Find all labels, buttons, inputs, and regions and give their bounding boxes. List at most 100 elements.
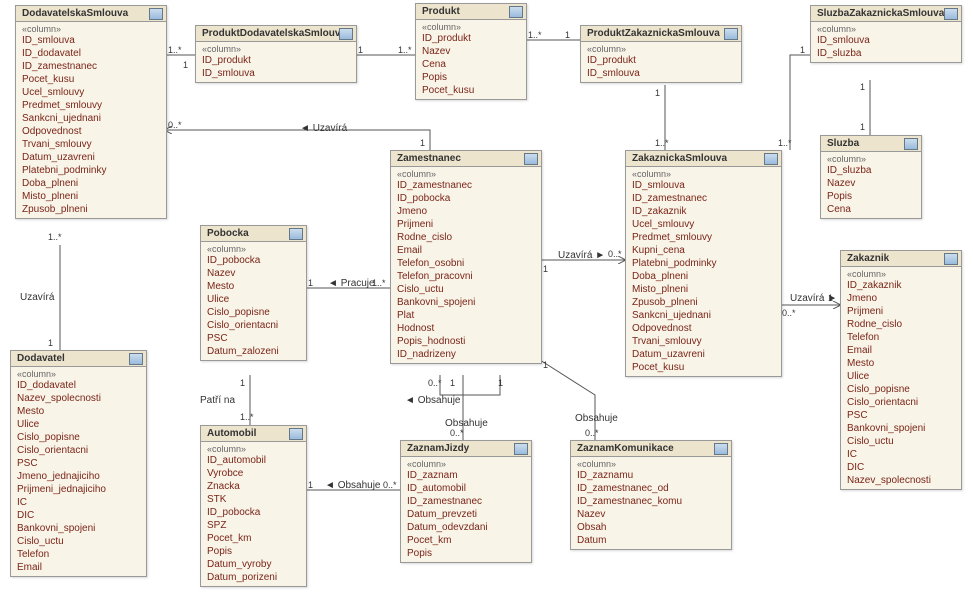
class-icon <box>714 443 728 455</box>
card: 1..* <box>168 45 182 55</box>
attribute: Trvani_smlouvy <box>632 335 775 348</box>
attribute: ID_zamestnanec_komu <box>577 495 725 508</box>
stereotype: «column» <box>817 24 955 34</box>
attribute: PSC <box>17 457 140 470</box>
entity-zaznam-jizdy[interactable]: ZaznamJizdy «column»ID_zaznamID_automobi… <box>400 440 532 563</box>
class-icon <box>289 428 303 440</box>
attribute: Datum_vyroby <box>207 558 300 571</box>
attribute: ID_produkt <box>422 32 520 45</box>
attribute: Datum_odevzdani <box>407 521 525 534</box>
attribute: Rodne_cislo <box>847 318 955 331</box>
entity-dodavatel[interactable]: Dodavatel «column»ID_dodavatelNazev_spol… <box>10 350 147 577</box>
entity-title: Zamestnanec <box>391 151 541 167</box>
assoc-label-uzavira-dod: Uzavírá <box>20 292 54 303</box>
attribute: DIC <box>17 509 140 522</box>
entity-zakaznicka-smlouva[interactable]: ZakaznickaSmlouva «column»ID_smlouvaID_z… <box>625 150 782 377</box>
attribute: Mesto <box>847 357 955 370</box>
attribute: Jmeno <box>847 292 955 305</box>
entity-zakaznik[interactable]: Zakaznik «column»ID_zakaznikJmenoPrijmen… <box>840 250 962 490</box>
attribute: Mesto <box>207 280 300 293</box>
attribute: Cislo_orientacni <box>207 319 300 332</box>
class-icon <box>514 443 528 455</box>
attribute: ID_pobocka <box>207 506 300 519</box>
attribute: Ulice <box>207 293 300 306</box>
assoc-label-uzavira-zak: Uzavírá ► <box>558 250 605 261</box>
entity-automobil[interactable]: Automobil «column»ID_automobilVyrobceZna… <box>200 425 307 587</box>
card: 0..* <box>608 249 622 259</box>
entity-title: DodavatelskaSmlouva <box>16 6 166 22</box>
stereotype: «column» <box>587 44 735 54</box>
entity-zaznam-komunikace[interactable]: ZaznamKomunikace «column»ID_zaznamuID_za… <box>570 440 732 550</box>
stereotype: «column» <box>407 459 525 469</box>
title-text: Sluzba <box>827 138 859 149</box>
attribute: Bankovni_spojeni <box>397 296 535 309</box>
entity-title: Zakaznik <box>841 251 961 267</box>
entity-sluzba[interactable]: Sluzba «column»ID_sluzbaNazevPopisCena <box>820 135 922 219</box>
card: 1..* <box>398 45 412 55</box>
stereotype: «column» <box>422 22 520 32</box>
attribute: Zpusob_plneni <box>22 203 160 216</box>
attribute: Zpusob_plneni <box>632 296 775 309</box>
attribute: ID_zakaznik <box>847 279 955 292</box>
card: 1 <box>498 378 503 388</box>
attribute: Bankovni_spojeni <box>847 422 955 435</box>
card: 1 <box>860 82 865 92</box>
assoc-label-uzavira: ◄ Uzavírá <box>300 123 347 134</box>
attribute: STK <box>207 493 300 506</box>
attribute: PSC <box>207 332 300 345</box>
attribute: ID_produkt <box>202 54 350 67</box>
attribute: Odpovednost <box>22 125 160 138</box>
attribute: IC <box>17 496 140 509</box>
title-text: Automobil <box>207 428 256 439</box>
stereotype: «column» <box>17 369 140 379</box>
card: 0..* <box>585 428 599 438</box>
card: 1 <box>800 45 805 55</box>
entity-title: Automobil <box>201 426 306 442</box>
card: 1 <box>655 88 660 98</box>
entity-produkt-zakaznicka-smlouva[interactable]: ProduktZakaznickaSmlouva «column»ID_prod… <box>580 25 742 83</box>
entity-sluzba-zakaznicka-smlouva[interactable]: SluzbaZakaznickaSmlouva «column»ID_smlou… <box>810 5 962 63</box>
stereotype: «column» <box>632 169 775 179</box>
attribute: Nazev <box>827 177 915 190</box>
attribute: Pocet_kusu <box>22 73 160 86</box>
stereotype: «column» <box>397 169 535 179</box>
attrs: ID_zamestnanecID_pobockaJmenoPrijmeniRod… <box>397 179 535 361</box>
attribute: Jmeno <box>397 205 535 218</box>
attribute: Datum_zalozeni <box>207 345 300 358</box>
attrs: ID_produktNazevCenaPopisPocet_kusu <box>422 32 520 97</box>
attrs: ID_smlouvaID_dodavatelID_zamestnanecPoce… <box>22 34 160 216</box>
entity-pobocka[interactable]: Pobocka «column»ID_pobockaNazevMestoUlic… <box>200 225 307 361</box>
attribute: ID_smlouva <box>587 67 735 80</box>
card: 1 <box>308 480 313 490</box>
stereotype: «column» <box>202 44 350 54</box>
class-icon <box>944 8 958 20</box>
card: 1 <box>860 122 865 132</box>
card: 1 <box>565 30 570 40</box>
title-text: Pobocka <box>207 228 249 239</box>
attribute: ID_produkt <box>587 54 735 67</box>
assoc-label-obsahuje-self: ◄ Obsahuje <box>405 395 461 406</box>
attribute: ID_automobil <box>207 454 300 467</box>
entity-title: Sluzba <box>821 136 921 152</box>
card: 1..* <box>528 30 542 40</box>
attribute: Cislo_orientacni <box>17 444 140 457</box>
class-icon <box>149 8 163 20</box>
class-icon <box>339 28 353 40</box>
attribute: IC <box>847 448 955 461</box>
attribute: ID_zamestnanec <box>397 179 535 192</box>
attrs: ID_produktID_smlouva <box>587 54 735 80</box>
entity-produkt[interactable]: Produkt «column»ID_produktNazevCenaPopis… <box>415 3 527 100</box>
entity-dodavatelska-smlouva[interactable]: DodavatelskaSmlouva «column»ID_smlouvaID… <box>15 5 167 219</box>
attrs: ID_automobilVyrobceZnackaSTKID_pobockaSP… <box>207 454 300 584</box>
attribute: Kupni_cena <box>632 244 775 257</box>
entity-produkt-dodavatelska-smlouva[interactable]: ProduktDodavatelskaSmlouva «column»ID_pr… <box>195 25 357 83</box>
entity-zamestnanec[interactable]: Zamestnanec «column»ID_zamestnanecID_pob… <box>390 150 542 364</box>
attribute: Bankovni_spojeni <box>17 522 140 535</box>
attribute: Hodnost <box>397 322 535 335</box>
attribute: Doba_plneni <box>22 177 160 190</box>
attribute: Email <box>847 344 955 357</box>
class-icon <box>904 138 918 150</box>
attribute: ID_smlouva <box>817 34 955 47</box>
title-text: Produkt <box>422 6 460 17</box>
attribute: ID_pobocka <box>397 192 535 205</box>
